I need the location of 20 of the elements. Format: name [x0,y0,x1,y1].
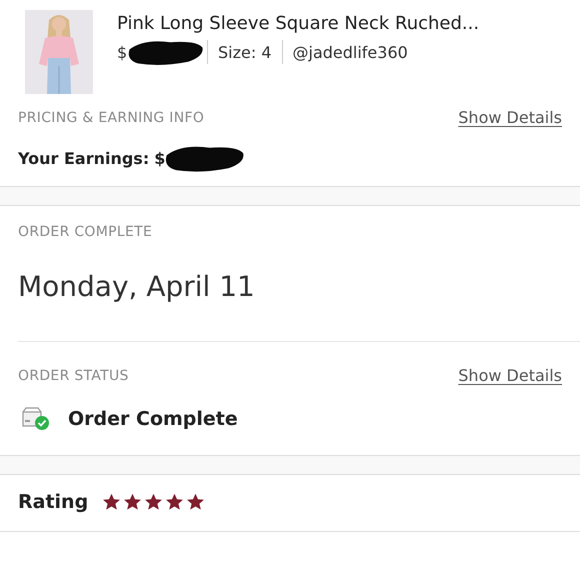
star-icon [144,493,164,511]
rating-label: Rating [18,491,88,513]
price: $ [117,42,128,62]
earnings-value: $ [154,149,166,168]
section-heading: ORDER COMPLETE [18,224,154,240]
star-icon [186,493,206,511]
star-icon [165,493,184,511]
section-heading: PRICING & EARNING INFO [18,110,204,126]
section-heading: ORDER STATUS [18,368,129,384]
star-icon [102,493,122,511]
completion-date: Monday, April 11 [18,270,256,303]
seller-username: @jadedlife360 [292,42,408,62]
show-details-link[interactable]: Show Details [458,108,562,127]
star-icon [123,493,142,511]
product-title: Pink Long Sleeve Square Neck Ruched... [117,13,480,34]
package-check-icon [22,407,50,431]
earnings-label: Your Earnings: [18,149,150,168]
size-label: Size: 4 [218,42,272,62]
show-details-link[interactable]: Show Details [458,366,562,385]
order-status-text: Order Complete [68,408,238,430]
